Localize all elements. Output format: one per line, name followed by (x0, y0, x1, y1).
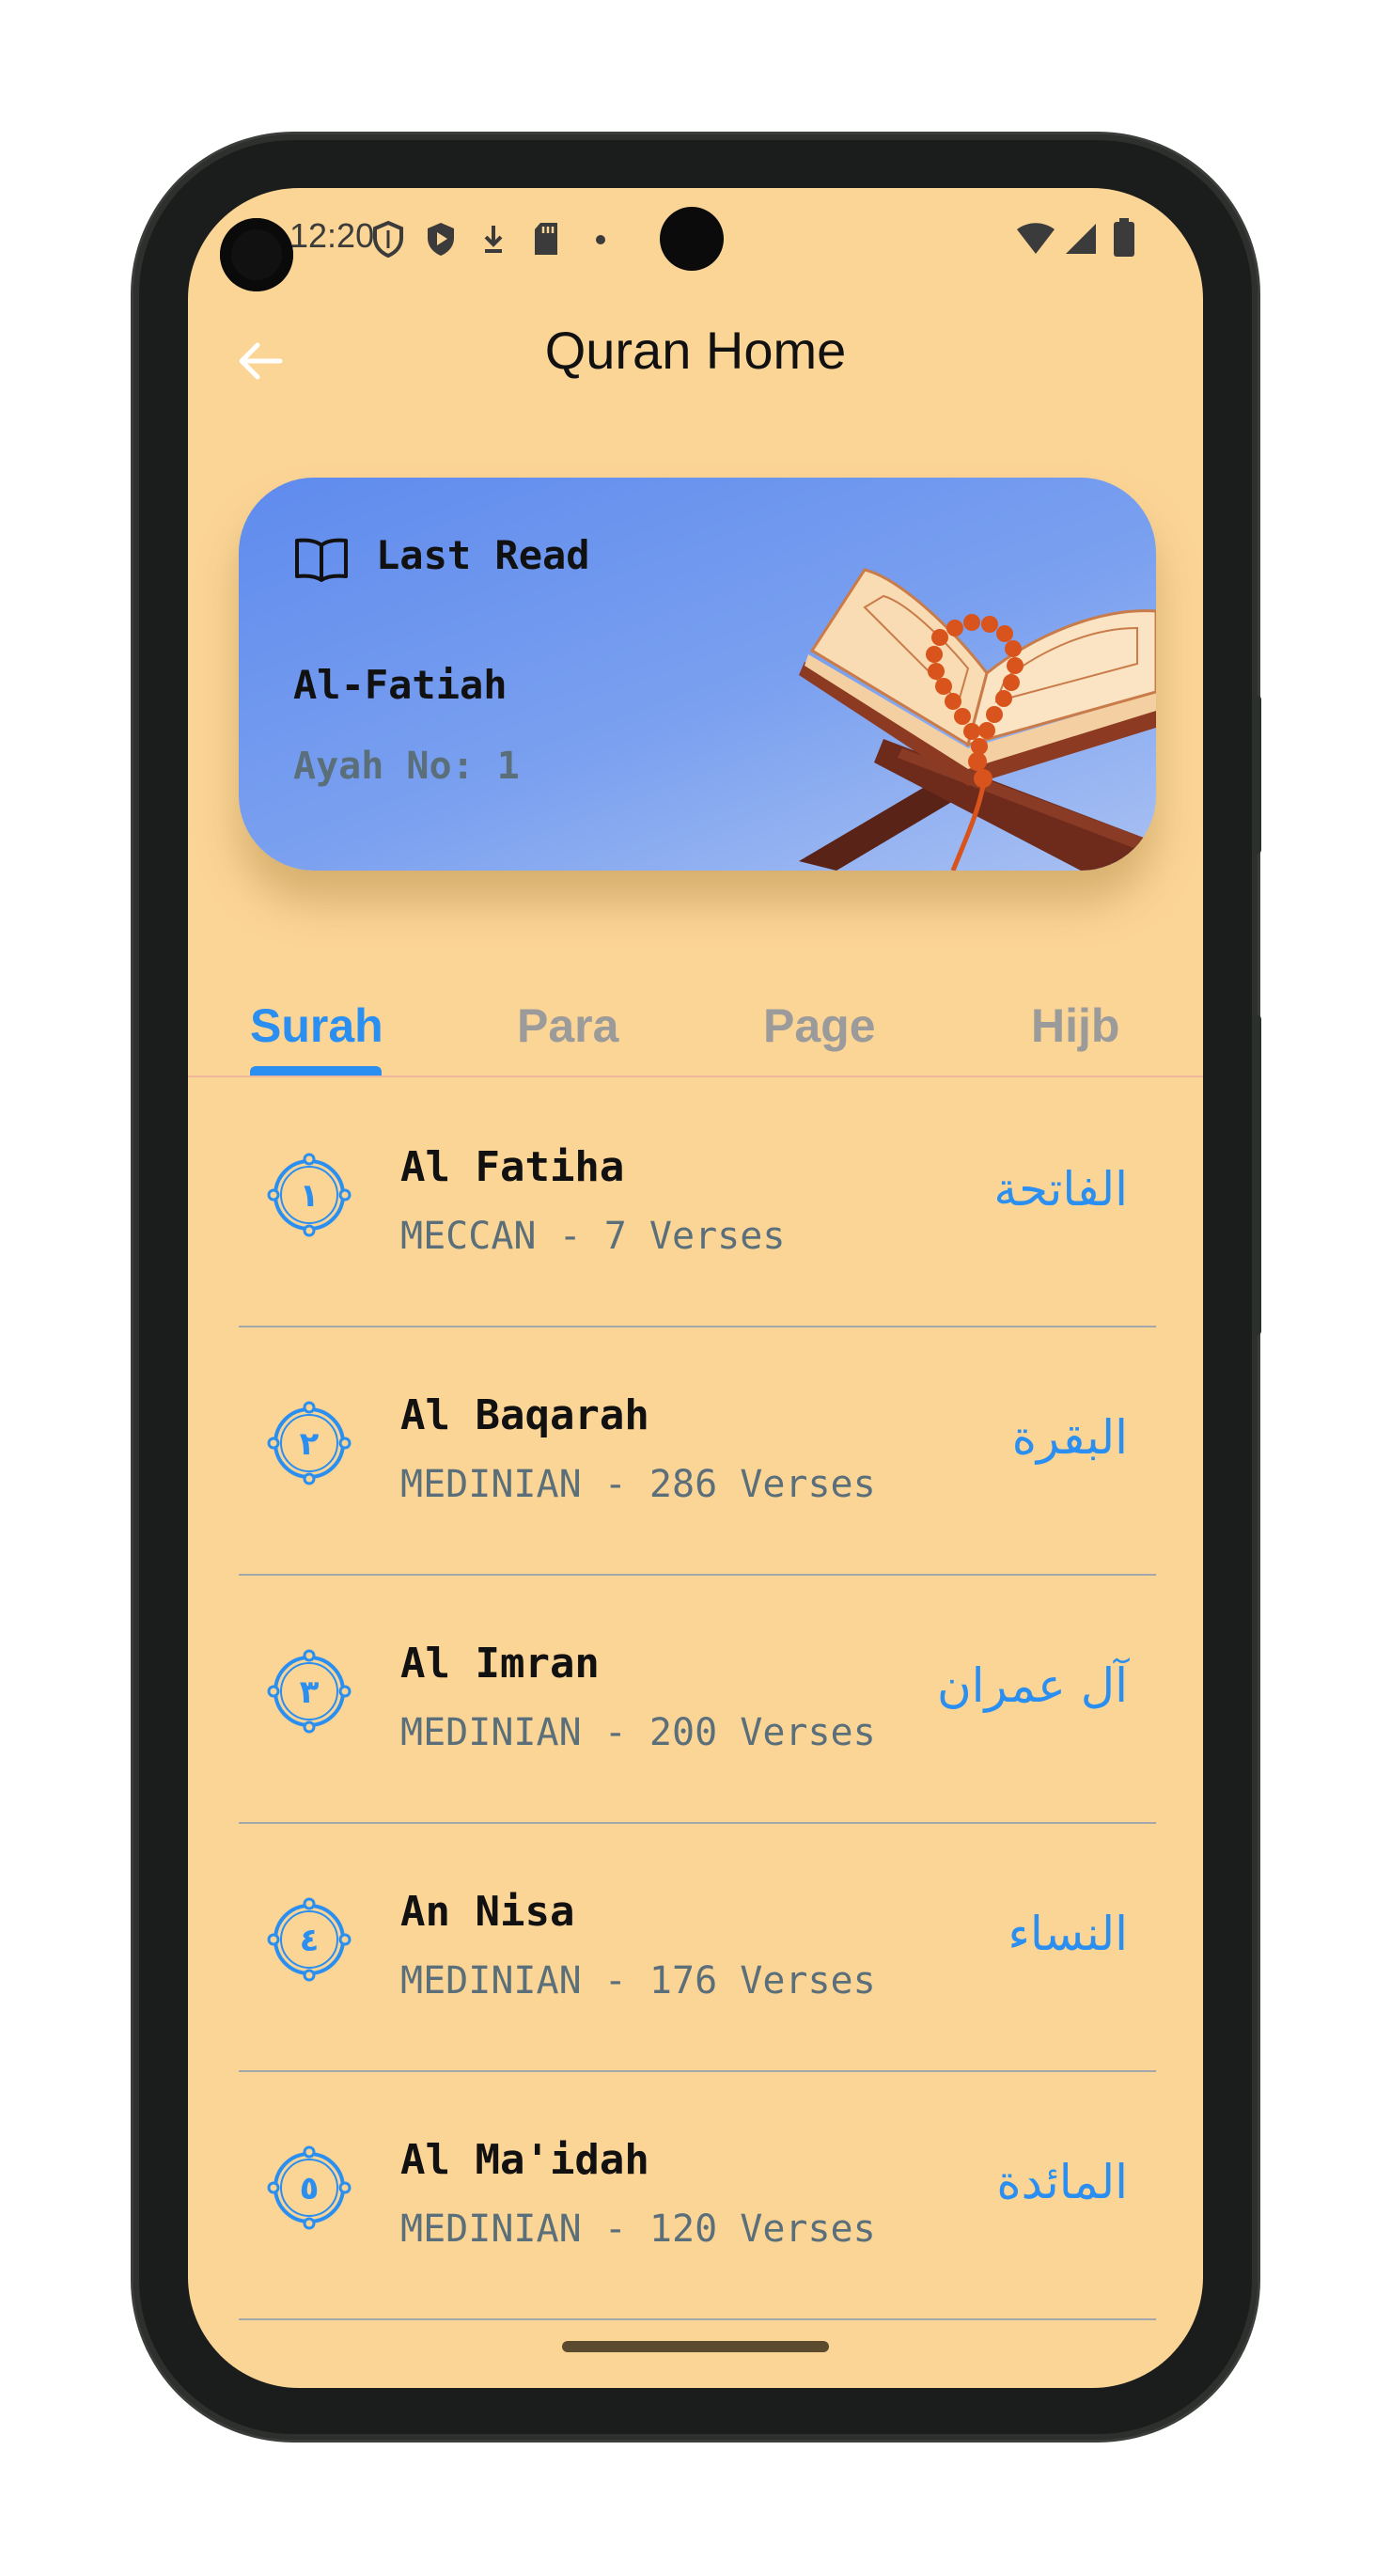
last-read-surah: Al-Fatiah (293, 662, 508, 708)
download-arrow-icon (484, 226, 503, 253)
surah-name: Al Fatiha (400, 1143, 625, 1191)
shield-outline-icon (373, 220, 403, 258)
surah-meta: MEDINIAN - 286 Verses (400, 1463, 876, 1506)
surah-number: ١ (300, 1177, 320, 1215)
home-indicator[interactable] (562, 2341, 829, 2352)
ayah-number-ornament-icon: ٢ (267, 1401, 352, 1485)
tab-bar: Surah Para Page Hijb (188, 978, 1203, 1077)
tab-page[interactable]: Page (763, 998, 876, 1053)
tab-para[interactable]: Para (517, 998, 618, 1053)
page-title: Quran Home (544, 321, 847, 380)
surah-number: ٤ (300, 1922, 320, 1959)
battery-icon (1114, 218, 1134, 257)
surah-arabic-name: النساء (1008, 1907, 1128, 1961)
signal-icon (1066, 224, 1096, 254)
open-book-icon (295, 538, 348, 582)
surah-number: ٥ (300, 2170, 320, 2207)
status-time: 12:20 (289, 216, 375, 255)
shield-play-icon (428, 223, 454, 256)
list-item[interactable]: ١ Al Fatiha MECCAN - 7 Verses الفاتحة (239, 1077, 1156, 1327)
surah-arabic-name: البقرة (1011, 1410, 1128, 1465)
list-item[interactable]: ٥ Al Ma'idah MEDINIAN - 120 Verses المائ… (239, 2070, 1156, 2320)
surah-meta: MEDINIAN - 200 Verses (400, 1711, 876, 1754)
power-button (1252, 696, 1261, 854)
tab-indicator (250, 1066, 382, 1076)
sd-card-icon (535, 223, 557, 255)
surah-number: ٢ (300, 1425, 320, 1463)
app-screen: 12:20 Quran Home Last Read Al-Fatiah Aya… (188, 188, 1203, 2388)
ayah-number-ornament-icon: ١ (267, 1153, 352, 1237)
ayah-number-ornament-icon: ٣ (267, 1649, 352, 1734)
dot-icon (596, 235, 605, 244)
surah-meta: MECCAN - 7 Verses (400, 1215, 786, 1258)
surah-meta: MEDINIAN - 120 Verses (400, 2207, 876, 2251)
surah-arabic-name: المائدة (996, 2155, 1128, 2209)
front-camera (220, 218, 293, 291)
last-read-label: Last Read (376, 532, 590, 578)
list-item[interactable]: ٢ Al Baqarah MEDINIAN - 286 Verses البقر… (239, 1326, 1156, 1576)
surah-arabic-name: آل عمران (936, 1658, 1128, 1713)
wifi-icon (1017, 223, 1055, 254)
surah-number: ٣ (300, 1673, 320, 1711)
status-bar: 12:20 (188, 188, 1203, 291)
last-read-ayah: Ayah No: 1 (293, 745, 520, 788)
surah-name: An Nisa (400, 1888, 575, 1936)
list-item[interactable]: ٣ Al Imran MEDINIAN - 200 Verses آل عمرا… (239, 1574, 1156, 1824)
last-read-card[interactable]: Last Read Al-Fatiah Ayah No: 1 (239, 478, 1156, 871)
ayah-number-ornament-icon: ٤ (267, 1897, 352, 1982)
list-item[interactable]: ٤ An Nisa MEDINIAN - 176 Verses النساء (239, 1822, 1156, 2072)
ayah-number-ornament-icon: ٥ (267, 2145, 352, 2230)
tab-surah[interactable]: Surah (250, 998, 383, 1053)
surah-arabic-name: الفاتحة (993, 1162, 1128, 1217)
surah-name: Al Imran (400, 1640, 600, 1688)
quran-stand-illustration (799, 568, 1156, 871)
camera-cutout (660, 207, 724, 271)
surah-name: Al Baqarah (400, 1391, 649, 1439)
tab-hijb[interactable]: Hijb (1031, 998, 1119, 1053)
surah-name: Al Ma'idah (400, 2136, 649, 2184)
surah-meta: MEDINIAN - 176 Verses (400, 1959, 876, 2003)
volume-button (1252, 1015, 1261, 1335)
